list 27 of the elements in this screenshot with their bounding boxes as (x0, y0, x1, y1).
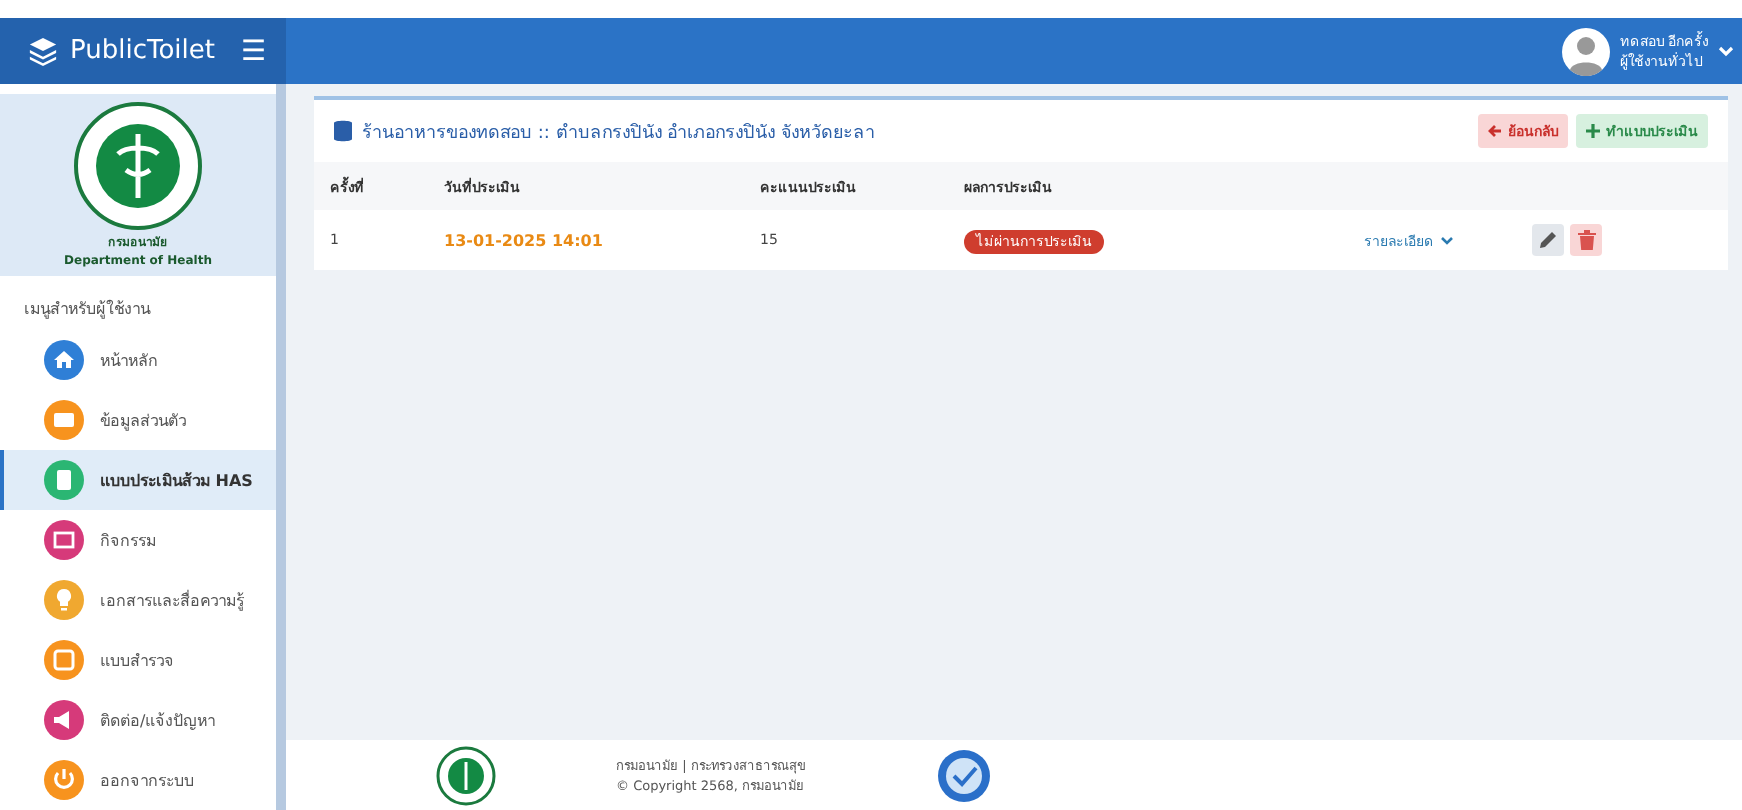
pencil-icon (1538, 230, 1558, 250)
menu-button[interactable]: ☰ (240, 35, 266, 67)
sidebar-item[interactable]: หน้าหลัก (0, 330, 276, 390)
menu-section-title: เมนูสำหรับผู้ใช้งาน (22, 297, 153, 323)
ministry-seal-icon (74, 102, 202, 230)
sidebar-item[interactable]: แบบประเมินส้วม HAS (0, 450, 276, 510)
delete-button[interactable] (1570, 224, 1602, 256)
plus-icon (1586, 124, 1600, 138)
sidebar-item[interactable]: ออกจากระบบ (0, 750, 276, 810)
chevron-down-icon[interactable] (1718, 45, 1734, 57)
card-title: ร้านอาหารของทดสอบ :: ตำบลกรงปินัง อำเภอกรงปินัง จังหวัดยะลา (362, 121, 878, 145)
database-icon (334, 120, 352, 142)
layers-icon (28, 36, 58, 66)
table-cell-text: 13-01-2025 14:01 (444, 231, 605, 249)
brand-name: PublicToilet (70, 36, 217, 66)
sidebar-item[interactable]: เอกสารและสื่อความรู้ (0, 570, 276, 630)
trash-icon (1577, 230, 1595, 250)
sidebar-item[interactable]: ติดต่อ/แจ้งปัญหา (0, 690, 276, 750)
check-seal-icon (936, 747, 992, 803)
sidebar-item[interactable]: แบบสำรวจ (0, 630, 276, 690)
avatar-icon[interactable] (1561, 27, 1610, 75)
arrow-left-icon (1488, 124, 1502, 138)
chevron-down-icon (1440, 235, 1454, 245)
sidebar-item[interactable]: กิจกรรม (0, 510, 276, 570)
edit-button[interactable] (1532, 224, 1564, 256)
ministry-seal-icon (436, 745, 496, 805)
sidebar-item[interactable]: ข้อมูลส่วนตัว (0, 390, 276, 450)
